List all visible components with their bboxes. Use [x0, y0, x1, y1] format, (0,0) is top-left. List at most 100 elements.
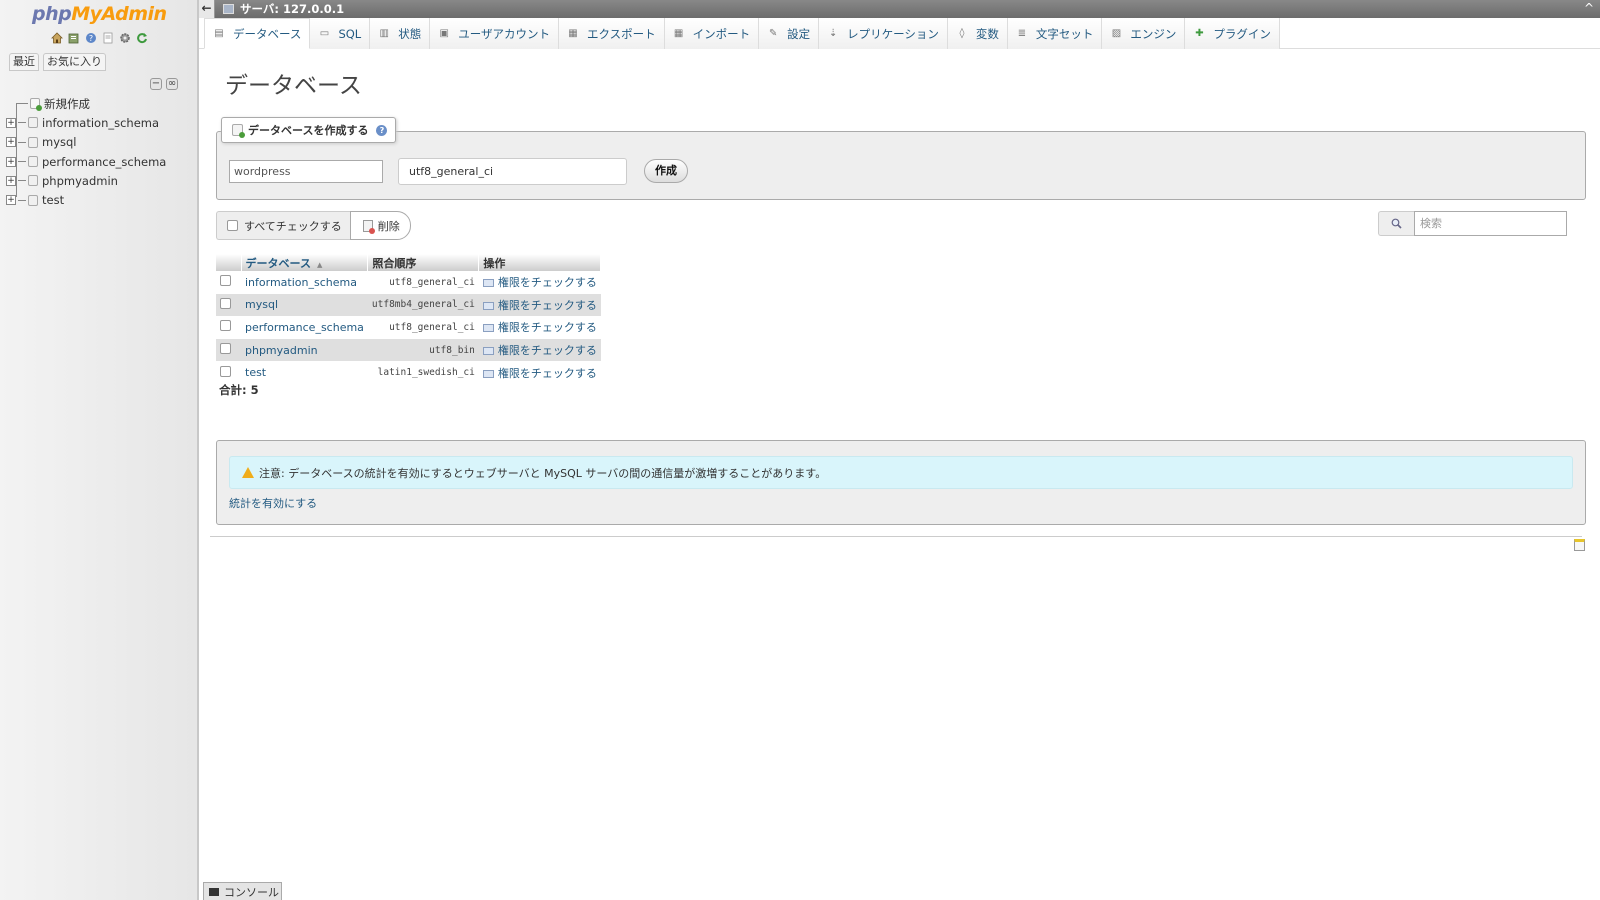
check-privileges-link[interactable]: 権限をチェックする: [478, 361, 601, 384]
server-breadcrumb[interactable]: サーバ: 127.0.0.1: [240, 1, 344, 17]
database-icon: [28, 117, 38, 129]
row-checkbox[interactable]: [220, 320, 231, 332]
collapse-topbar-icon[interactable]: ^: [1584, 0, 1594, 16]
menu-tabs: ▤ データベース ▭ SQL ▥ 状態 ▣ ユーザアカウント ▦ エクスポート …: [204, 18, 1280, 49]
create-database-legend: データベースを作成する ?: [221, 117, 397, 143]
check-privileges-link[interactable]: 権限をチェックする: [478, 293, 601, 317]
help-icon[interactable]: ?: [376, 124, 388, 136]
check-privileges-link[interactable]: 権限をチェックする: [478, 338, 601, 362]
new-database-icon: [30, 98, 42, 112]
tab-databases[interactable]: ▤ データベース: [204, 18, 311, 49]
expand-icon[interactable]: +: [6, 195, 16, 206]
new-database-icon: [232, 124, 245, 138]
tab-status[interactable]: ▥ 状態: [370, 18, 431, 49]
bulk-actions-toolbar: すべてチェックする 削除: [216, 211, 412, 240]
nav-tab-favorites[interactable]: お気に入り: [43, 53, 106, 71]
tree-item-performance-schema[interactable]: + performance_schema: [6, 152, 196, 171]
database-name-link[interactable]: performance_schema: [241, 316, 368, 339]
database-icon: [28, 175, 38, 187]
check-privileges-link[interactable]: 権限をチェックする: [478, 316, 601, 339]
search-icon[interactable]: [1378, 211, 1414, 236]
create-button[interactable]: 作成: [644, 159, 688, 183]
search-input[interactable]: 検索: [1414, 211, 1567, 236]
collation-select[interactable]: utf8_general_ci: [398, 158, 627, 185]
tree-item-new[interactable]: 新規作成: [6, 94, 196, 113]
privileges-icon: [482, 324, 494, 333]
tab-label: エクスポート: [586, 26, 656, 41]
expand-icon[interactable]: +: [6, 117, 16, 128]
tree-item-test[interactable]: + test: [6, 190, 196, 209]
database-name-input[interactable]: [229, 160, 383, 183]
database-name-link[interactable]: mysql: [241, 293, 368, 317]
row-checkbox-cell: [216, 361, 241, 384]
nav-controls: − ∞: [150, 78, 178, 90]
enable-statistics-link[interactable]: 統計を有効にする: [229, 495, 317, 511]
table-row: phpmyadmin utf8_bin 権限をチェックする: [216, 338, 601, 362]
collapse-nav-icon[interactable]: ←: [199, 0, 215, 18]
privileges-icon: [482, 347, 494, 356]
delete-button[interactable]: 削除: [349, 211, 411, 240]
nav-icon-bar: ?: [50, 31, 148, 44]
row-checkbox[interactable]: [220, 365, 231, 377]
database-icon: ▤: [214, 28, 224, 39]
tab-settings[interactable]: ✎ 設定: [759, 18, 820, 49]
tree-item-label: performance_schema: [42, 154, 167, 169]
database-column-header[interactable]: データベース ▲: [241, 254, 369, 271]
privileges-icon: [482, 301, 494, 310]
database-name-link[interactable]: information_schema: [241, 271, 368, 294]
action-column-header: 操作: [478, 254, 602, 271]
expand-icon[interactable]: +: [6, 156, 16, 167]
docs-icon[interactable]: [101, 31, 114, 44]
tab-replication[interactable]: ⇣ レプリケーション: [819, 18, 948, 49]
tab-charsets[interactable]: ≣ 文字セット: [1007, 18, 1103, 49]
tab-engines[interactable]: ▨ エンジン: [1102, 18, 1186, 49]
tab-sql[interactable]: ▭ SQL: [310, 18, 371, 49]
console-toggle[interactable]: コンソール: [203, 882, 282, 900]
phpmyadmin-logo[interactable]: phpMyAdmin: [32, 3, 167, 25]
tree-item-mysql[interactable]: + mysql: [6, 133, 196, 152]
privileges-icon: [482, 369, 494, 378]
tab-label: SQL: [338, 26, 362, 41]
page-settings-icon[interactable]: [1574, 539, 1585, 551]
tab-label: インポート: [692, 26, 751, 41]
help-icon[interactable]: ?: [84, 31, 97, 44]
database-name-link[interactable]: test: [241, 361, 368, 384]
expand-icon[interactable]: +: [6, 175, 16, 186]
tab-plugins[interactable]: ✚ プラグイン: [1185, 18, 1280, 49]
tab-export[interactable]: ▦ エクスポート: [558, 18, 665, 49]
settings-icon[interactable]: [118, 31, 131, 44]
tab-import[interactable]: ▦ インポート: [664, 18, 760, 49]
engine-icon: ▨: [1111, 28, 1122, 39]
row-checkbox[interactable]: [220, 275, 231, 287]
status-icon: ▥: [379, 28, 389, 39]
reload-icon[interactable]: [135, 31, 148, 44]
tree-branch-line: [18, 199, 26, 201]
sql-query-icon[interactable]: [67, 31, 80, 44]
database-tree: 新規作成 + information_schema + mysql + perf…: [6, 94, 196, 210]
row-checkbox[interactable]: [220, 297, 231, 309]
check-privileges-link[interactable]: 権限をチェックする: [478, 271, 601, 294]
home-icon[interactable]: [50, 31, 63, 44]
check-all-toggle[interactable]: すべてチェックする: [216, 211, 350, 240]
database-total: 合計: 5: [219, 383, 259, 397]
collapse-all-icon[interactable]: −: [150, 78, 162, 90]
database-name-link[interactable]: phpmyadmin: [241, 338, 368, 362]
link-with-main-icon[interactable]: ∞: [166, 78, 178, 90]
tree-item-phpmyadmin[interactable]: + phpmyadmin: [6, 171, 196, 190]
tree-item-label: 新規作成: [44, 96, 90, 111]
tab-label: 状態: [398, 26, 422, 41]
tab-variables[interactable]: ◊ 変数: [947, 18, 1008, 49]
console-icon: [209, 887, 219, 896]
expand-icon[interactable]: +: [6, 137, 16, 148]
table-row: performance_schema utf8_general_ci 権限をチェ…: [216, 316, 601, 339]
row-checkbox-cell: [216, 271, 241, 294]
check-all-checkbox[interactable]: [227, 220, 238, 231]
table-row: test latin1_swedish_ci 権限をチェックする: [216, 361, 601, 384]
tab-label: プラグイン: [1213, 26, 1271, 41]
nav-tab-recent[interactable]: 最近: [9, 53, 39, 71]
row-checkbox[interactable]: [220, 343, 231, 355]
tree-item-information-schema[interactable]: + information_schema: [6, 113, 196, 132]
delete-icon: [362, 219, 375, 234]
tree-branch-line: [18, 122, 26, 124]
tab-user-accounts[interactable]: ▣ ユーザアカウント: [430, 18, 559, 49]
